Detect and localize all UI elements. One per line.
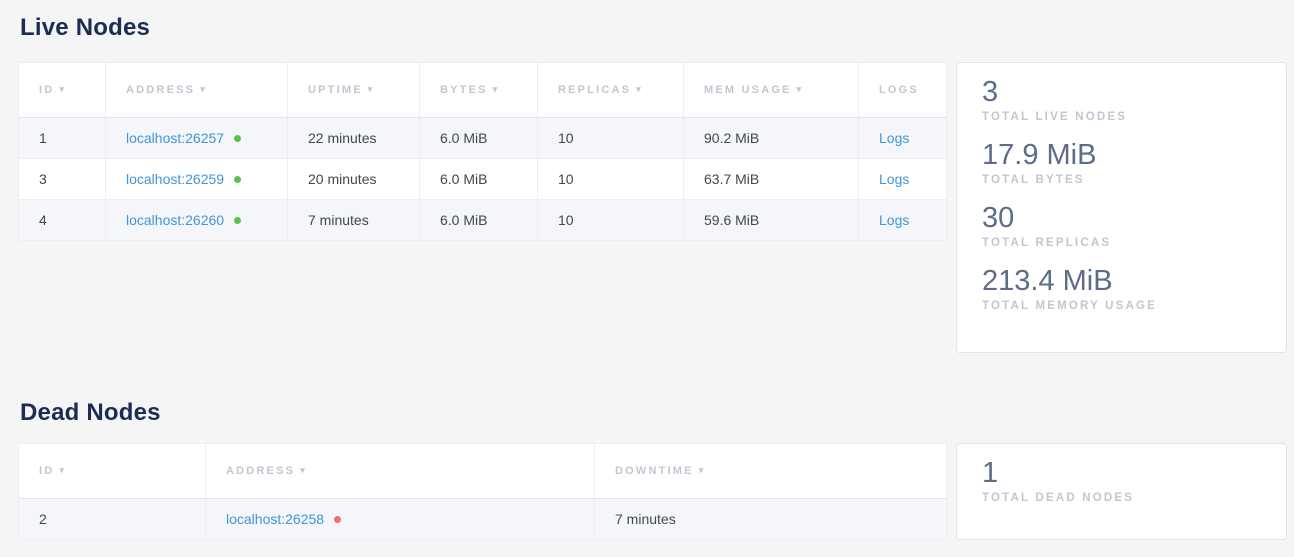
column-header-replicas[interactable]: REPLICAS▾ [538, 63, 684, 118]
node-uptime-cell: 7 minutes [288, 200, 420, 241]
dead-nodes-section: ID▾ ADDRESS▾ DOWNTIME▾ 2 localhost:26258… [18, 443, 1294, 540]
column-header-address[interactable]: ADDRESS▾ [206, 444, 595, 499]
table-row: 2 localhost:26258 7 minutes [19, 499, 947, 540]
node-id-cell: 4 [19, 200, 106, 241]
node-logs-link[interactable]: Logs [879, 212, 909, 228]
live-status-icon [234, 176, 241, 183]
node-logs-cell: Logs [859, 159, 947, 200]
column-header-downtime[interactable]: DOWNTIME▾ [595, 444, 947, 499]
stat-total-live-nodes: 3 TOTAL LIVE NODES [982, 75, 1261, 125]
node-id-cell: 1 [19, 118, 106, 159]
sort-arrow-icon: ▾ [636, 84, 643, 94]
dead-nodes-summary-panel: 1 TOTAL DEAD NODES [956, 443, 1287, 540]
column-header-uptime[interactable]: UPTIME▾ [288, 63, 420, 118]
column-header-address[interactable]: ADDRESS▾ [106, 63, 288, 118]
node-address-link[interactable]: localhost:26258 [226, 511, 324, 527]
stat-label: TOTAL LIVE NODES [982, 110, 1261, 125]
node-replicas-cell: 10 [538, 118, 684, 159]
live-table-header-row: ID▾ ADDRESS▾ UPTIME▾ BYTES▾ REPLICAS▾ ME… [19, 63, 947, 118]
sort-arrow-icon: ▾ [797, 84, 804, 94]
sort-arrow-icon: ▾ [300, 465, 307, 475]
live-status-icon [234, 135, 241, 142]
live-nodes-title: Live Nodes [20, 0, 1294, 43]
node-mem-usage-cell: 63.7 MiB [684, 159, 859, 200]
sort-arrow-icon: ▾ [368, 84, 375, 94]
node-logs-cell: Logs [859, 118, 947, 159]
dead-status-icon [334, 516, 341, 523]
column-header-logs: LOGS [859, 63, 947, 118]
sort-arrow-icon: ▾ [59, 465, 66, 475]
table-row: 1 localhost:26257 22 minutes 6.0 MiB 10 … [19, 118, 947, 159]
column-header-bytes[interactable]: BYTES▾ [420, 63, 538, 118]
node-mem-usage-cell: 59.6 MiB [684, 200, 859, 241]
node-uptime-cell: 20 minutes [288, 159, 420, 200]
node-replicas-cell: 10 [538, 159, 684, 200]
node-mem-usage-cell: 90.2 MiB [684, 118, 859, 159]
node-logs-link[interactable]: Logs [879, 130, 909, 146]
stat-total-dead-nodes: 1 TOTAL DEAD NODES [982, 456, 1261, 506]
stat-total-memory-usage: 213.4 MiB TOTAL MEMORY USAGE [982, 264, 1261, 314]
stat-total-replicas: 30 TOTAL REPLICAS [982, 201, 1261, 251]
node-address-link[interactable]: localhost:26259 [126, 171, 224, 187]
stat-label: TOTAL BYTES [982, 173, 1261, 188]
live-nodes-table: ID▾ ADDRESS▾ UPTIME▾ BYTES▾ REPLICAS▾ ME… [18, 62, 947, 241]
node-uptime-cell: 22 minutes [288, 118, 420, 159]
column-header-id[interactable]: ID▾ [19, 63, 106, 118]
live-nodes-summary-panel: 3 TOTAL LIVE NODES 17.9 MiB TOTAL BYTES … [956, 62, 1287, 353]
stat-total-bytes: 17.9 MiB TOTAL BYTES [982, 138, 1261, 188]
node-logs-cell: Logs [859, 200, 947, 241]
sort-arrow-icon: ▾ [200, 84, 207, 94]
column-header-mem-usage[interactable]: MEM USAGE▾ [684, 63, 859, 118]
column-header-id[interactable]: ID▾ [19, 444, 206, 499]
node-bytes-cell: 6.0 MiB [420, 118, 538, 159]
node-bytes-cell: 6.0 MiB [420, 200, 538, 241]
live-nodes-section: ID▾ ADDRESS▾ UPTIME▾ BYTES▾ REPLICAS▾ ME… [18, 62, 1294, 353]
sort-arrow-icon: ▾ [699, 465, 706, 475]
nodes-overview-page: Live Nodes ID▾ ADDRESS▾ UPTIME▾ BYTES▾ R… [0, 0, 1294, 557]
stat-value: 30 [982, 201, 1261, 235]
table-row: 4 localhost:26260 7 minutes 6.0 MiB 10 5… [19, 200, 947, 241]
stat-value: 213.4 MiB [982, 264, 1261, 298]
stat-value: 3 [982, 75, 1261, 109]
node-id-cell: 2 [19, 499, 206, 540]
dead-nodes-title: Dead Nodes [20, 398, 1294, 428]
sort-arrow-icon: ▾ [493, 84, 500, 94]
dead-nodes-table: ID▾ ADDRESS▾ DOWNTIME▾ 2 localhost:26258… [18, 443, 947, 540]
node-address-link[interactable]: localhost:26257 [126, 130, 224, 146]
table-row: 3 localhost:26259 20 minutes 6.0 MiB 10 … [19, 159, 947, 200]
stat-value: 17.9 MiB [982, 138, 1261, 172]
node-downtime-cell: 7 minutes [595, 499, 947, 540]
live-status-icon [234, 217, 241, 224]
node-address-cell: localhost:26260 [106, 200, 288, 241]
dead-table-header-row: ID▾ ADDRESS▾ DOWNTIME▾ [19, 444, 947, 499]
node-replicas-cell: 10 [538, 200, 684, 241]
stat-label: TOTAL REPLICAS [982, 236, 1261, 251]
node-address-cell: localhost:26259 [106, 159, 288, 200]
node-id-cell: 3 [19, 159, 106, 200]
sort-arrow-icon: ▾ [59, 84, 66, 94]
node-address-cell: localhost:26257 [106, 118, 288, 159]
node-bytes-cell: 6.0 MiB [420, 159, 538, 200]
node-address-link[interactable]: localhost:26260 [126, 212, 224, 228]
node-logs-link[interactable]: Logs [879, 171, 909, 187]
node-address-cell: localhost:26258 [206, 499, 595, 540]
stat-label: TOTAL DEAD NODES [982, 491, 1261, 506]
stat-label: TOTAL MEMORY USAGE [982, 299, 1261, 314]
stat-value: 1 [982, 456, 1261, 490]
